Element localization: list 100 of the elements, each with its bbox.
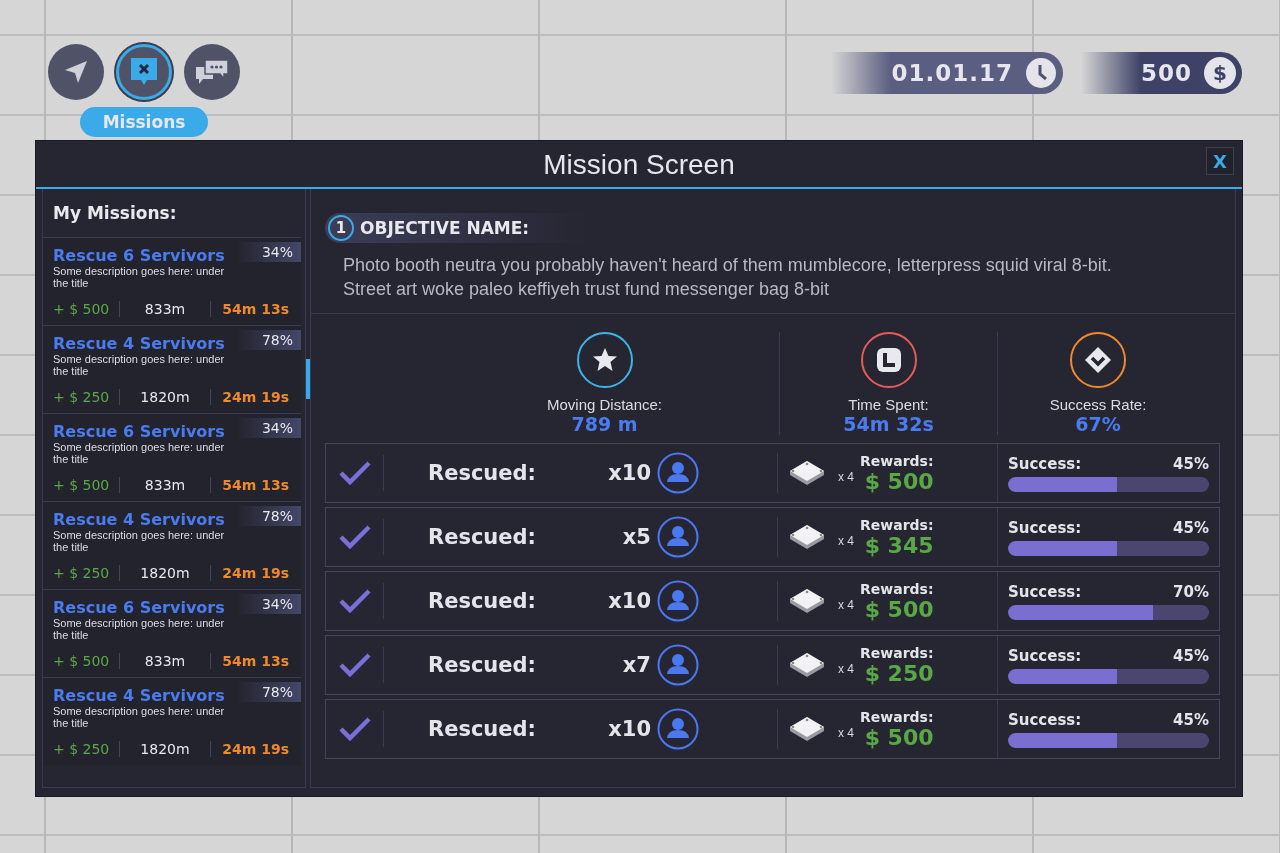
success-label: Success:	[1008, 582, 1082, 601]
rescued-label: Rescued:	[428, 653, 537, 677]
money-amount: 500	[1141, 60, 1192, 86]
reward-value: $ 345	[864, 532, 934, 558]
rewards-label: Rewards:	[860, 516, 934, 533]
rewards-label: Rewards:	[860, 580, 934, 597]
reward-value: $ 500	[864, 596, 934, 622]
crate-icon	[788, 522, 826, 552]
mission-time: 24m 19s	[221, 565, 290, 581]
success-percent: 45%	[1173, 518, 1209, 537]
mission-reward: + $ 500	[53, 477, 111, 493]
mission-title: Rescue 6 Servivors	[53, 245, 225, 265]
rewards-label: Rewards:	[860, 452, 934, 469]
mission-description: Some description goes here: under the title	[53, 529, 226, 553]
rescued-count: x10	[608, 589, 651, 613]
mission-reward: + $ 250	[53, 565, 111, 581]
window-title: Mission Screen	[542, 148, 736, 181]
person-icon	[657, 708, 699, 750]
mission-time: 24m 19s	[221, 389, 290, 405]
mission-reward: + $ 500	[53, 301, 111, 317]
mission-distance: 1820m	[139, 565, 191, 581]
success-label: Success:	[1008, 518, 1082, 537]
reward-value: $ 500	[864, 468, 934, 494]
rewards-label: Rewards:	[860, 708, 934, 725]
mission-time: 54m 13s	[221, 653, 290, 669]
person-icon	[657, 516, 699, 558]
rescued-count: x10	[608, 461, 651, 485]
mission-description: Some description goes here: under the title	[53, 617, 226, 641]
mission-title: Rescue 4 Servivors	[53, 509, 225, 529]
person-icon	[657, 644, 699, 686]
crate-icon	[788, 586, 826, 616]
rescued-count: x7	[622, 653, 651, 677]
stat-value: 789 m	[571, 413, 638, 435]
mission-item[interactable]: Rescue 4 Servivors 78% Some description goes here: under the title + $ 250 1820m 24m 19s	[43, 501, 301, 589]
reward-multiplier: x 4	[838, 726, 854, 740]
stat-label: Time Spent:	[848, 396, 929, 413]
stat-value: 54m 32s	[843, 413, 934, 435]
reward-multiplier: x 4	[838, 662, 854, 676]
date-text: 01.01.17	[891, 60, 1013, 86]
success-label: Success:	[1008, 710, 1082, 729]
objective-title: OBJECTIVE NAME:	[360, 218, 530, 238]
sidebar-title: My Missions:	[52, 202, 178, 225]
missions-button[interactable]	[116, 44, 172, 100]
stat-label: Success Rate:	[1049, 396, 1147, 413]
mission-distance: 833m	[143, 653, 187, 669]
mission-distance: 833m	[143, 301, 187, 317]
mission-time: 24m 19s	[221, 741, 290, 757]
mission-item[interactable]: Rescue 6 Servivors 34% Some description goes here: under the title + $ 500 833m 54m 13s	[43, 237, 301, 325]
mission-time: 54m 13s	[221, 477, 290, 493]
chat-button[interactable]	[184, 44, 240, 100]
success-percent: 45%	[1173, 646, 1209, 665]
rescued-label: Rescued:	[428, 461, 537, 485]
mission-description: Some description goes here: under the title	[53, 353, 226, 377]
mission-item[interactable]: Rescue 4 Servivors 78% Some description goes here: under the title + $ 250 1820m 24m 19s	[43, 325, 301, 413]
clock-icon	[1025, 57, 1057, 89]
success-label: Success:	[1008, 646, 1082, 665]
mission-description: Some description goes here: under the title	[53, 265, 226, 289]
person-icon	[657, 452, 699, 494]
mission-distance: 1820m	[139, 389, 191, 405]
rescued-count: x10	[608, 717, 651, 741]
reward-multiplier: x 4	[838, 470, 854, 484]
mission-title: Rescue 6 Servivors	[53, 421, 225, 441]
rescued-count: x5	[622, 525, 651, 549]
reward-multiplier: x 4	[838, 534, 854, 548]
crate-icon	[788, 650, 826, 680]
rewards-label: Rewards:	[860, 644, 934, 661]
objective-number: 1	[328, 215, 354, 241]
success-percent: 45%	[1173, 454, 1209, 473]
chat-icon	[195, 58, 229, 86]
mission-item[interactable]: Rescue 6 Servivors 34% Some description goes here: under the title + $ 500 833m 54m 13s	[43, 589, 301, 677]
mission-title: Rescue 4 Servivors	[53, 685, 225, 705]
close-button[interactable]: X	[1206, 147, 1234, 175]
mission-description: Some description goes here: under the title	[53, 705, 226, 729]
missions-tooltip: Missions	[80, 107, 208, 137]
mission-reward: + $ 250	[53, 389, 111, 405]
crate-icon	[788, 714, 826, 744]
person-icon	[657, 580, 699, 622]
crate-icon	[788, 458, 826, 488]
navigate-button[interactable]	[48, 44, 104, 100]
mission-item[interactable]: Rescue 6 Servivors 34% Some description goes here: under the title + $ 500 833m 54m 13s	[43, 413, 301, 501]
stat-label: Moving Distance:	[546, 396, 663, 413]
objective-description: Photo booth neutra you probably haven't heard of them mumblecore, letterpress squid viral 8-bit. Street art woke paleo keffiyeh trust fund messenger bag 8-bit	[343, 254, 1113, 301]
mission-item[interactable]: Rescue 4 Servivors 78% Some description goes here: under the title + $ 250 1820m 24m 19s	[43, 677, 301, 765]
mission-time: 54m 13s	[221, 301, 290, 317]
rescued-label: Rescued:	[428, 717, 537, 741]
scrollbar-thumb[interactable]	[306, 359, 310, 399]
mission-title: Rescue 4 Servivors	[53, 333, 225, 353]
mission-distance: 1820m	[139, 741, 191, 757]
stat-value: 67%	[1075, 413, 1121, 435]
success-percent: 70%	[1173, 582, 1209, 601]
rescued-label: Rescued:	[428, 525, 537, 549]
reward-value: $ 500	[864, 724, 934, 750]
missions-icon	[130, 57, 158, 87]
reward-value: $ 250	[864, 660, 934, 686]
dollar-coin: $	[1204, 57, 1236, 89]
success-label: Success:	[1008, 454, 1082, 473]
rescued-label: Rescued:	[428, 589, 537, 613]
mission-description: Some description goes here: under the title	[53, 441, 226, 465]
success-percent: 45%	[1173, 710, 1209, 729]
mission-reward: + $ 250	[53, 741, 111, 757]
